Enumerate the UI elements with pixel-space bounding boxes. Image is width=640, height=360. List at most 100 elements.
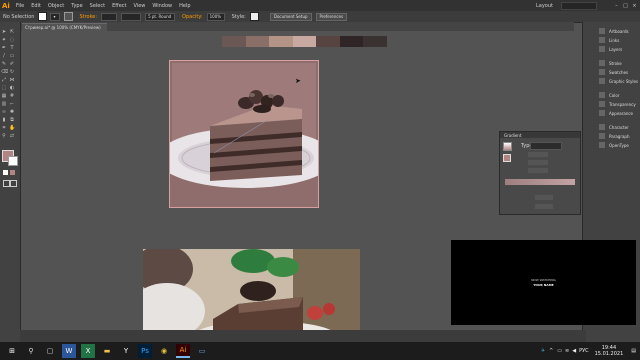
gradient-opacity-field[interactable] bbox=[535, 195, 553, 200]
eyedropper-tool-icon[interactable]: ⌐ bbox=[9, 101, 15, 107]
panel-opentype[interactable]: OpenType bbox=[583, 141, 640, 149]
shape-builder-tool-icon[interactable]: ◐ bbox=[9, 85, 15, 91]
variable-width-dropdown[interactable] bbox=[121, 12, 142, 21]
pencil-tool-icon[interactable]: ✐ bbox=[9, 61, 15, 67]
zoom-tool-icon[interactable]: ⚲ bbox=[1, 133, 7, 139]
rectangle-tool-icon[interactable]: ▭ bbox=[9, 53, 15, 59]
gradient-panel[interactable]: Gradient Type: bbox=[499, 131, 581, 215]
lasso-tool-icon[interactable]: ◌ bbox=[9, 37, 15, 43]
photoshop-icon[interactable]: Ps bbox=[138, 344, 152, 358]
chevron-up-icon[interactable]: ^ bbox=[549, 348, 553, 354]
panel-graphic-styles[interactable]: Graphic Styles bbox=[583, 77, 640, 85]
panel-appearance[interactable]: Appearance bbox=[583, 109, 640, 117]
color-mode-icon[interactable] bbox=[3, 170, 8, 175]
chrome-icon[interactable]: ◉ bbox=[157, 344, 171, 358]
clock[interactable]: 19:44 15.01.2021 bbox=[595, 345, 624, 357]
telegram-icon[interactable]: ✈ bbox=[541, 348, 545, 354]
panel-links[interactable]: Links bbox=[583, 36, 640, 44]
start-icon[interactable]: ⊞ bbox=[5, 344, 19, 358]
menu-window[interactable]: Window bbox=[152, 3, 172, 9]
opacity-field[interactable]: 100% bbox=[206, 12, 225, 21]
gradient-mode-icon[interactable] bbox=[10, 170, 15, 175]
style-swatch[interactable] bbox=[249, 12, 259, 21]
magic-wand-tool-icon[interactable]: ✦ bbox=[1, 37, 7, 43]
gradient-location-field[interactable] bbox=[535, 204, 553, 209]
workspace-switcher[interactable]: Layout bbox=[536, 3, 553, 9]
column-graph-tool-icon[interactable]: ▮ bbox=[1, 117, 7, 123]
gradient-aspect-field[interactable] bbox=[528, 160, 548, 165]
pen-tool-icon[interactable]: ✒ bbox=[1, 45, 7, 51]
battery-icon[interactable]: ▭ bbox=[557, 348, 562, 354]
task-view-icon[interactable]: ▢ bbox=[43, 344, 57, 358]
fill-swatch[interactable] bbox=[38, 12, 48, 21]
blend-tool-icon[interactable]: ∞ bbox=[1, 109, 7, 115]
fill-stroke-indicator[interactable] bbox=[503, 154, 511, 162]
panel-character[interactable]: Character bbox=[583, 123, 640, 131]
type-tool-icon[interactable]: T bbox=[9, 45, 15, 51]
eraser-tool-icon[interactable]: ⌫ bbox=[1, 69, 8, 75]
direct-selection-tool-icon[interactable]: ⇱ bbox=[9, 29, 15, 35]
hand-tool-icon[interactable]: ✋ bbox=[9, 125, 15, 131]
panel-layers[interactable]: Layers bbox=[583, 45, 640, 53]
menu-view[interactable]: View bbox=[134, 3, 146, 9]
stroke-weight-field[interactable] bbox=[101, 12, 118, 21]
illustrator-icon[interactable]: Ai bbox=[176, 344, 190, 358]
perspective-grid-tool-icon[interactable]: ▦ bbox=[1, 93, 7, 99]
excel-icon[interactable]: X bbox=[81, 344, 95, 358]
gradient-ratio-field[interactable] bbox=[528, 168, 548, 173]
symbol-sprayer-tool-icon[interactable]: ✺ bbox=[9, 109, 15, 115]
word-icon[interactable]: W bbox=[62, 344, 76, 358]
menu-effect[interactable]: Effect bbox=[112, 3, 126, 9]
menu-edit[interactable]: Edit bbox=[31, 3, 41, 9]
menu-select[interactable]: Select bbox=[90, 3, 105, 9]
stroke-label[interactable]: Stroke: bbox=[79, 14, 97, 20]
gradient-slider[interactable] bbox=[505, 179, 575, 185]
free-transform-tool-icon[interactable]: ⬚ bbox=[1, 85, 7, 91]
fill-dropdown[interactable]: ▾ bbox=[50, 12, 61, 21]
wifi-icon[interactable]: ≋ bbox=[565, 348, 569, 354]
line-tool-icon[interactable]: / bbox=[1, 53, 7, 59]
minimize-icon[interactable]: – bbox=[613, 3, 620, 9]
panel-color[interactable]: Color bbox=[583, 91, 640, 99]
paintbrush-tool-icon[interactable]: ✎ bbox=[1, 61, 7, 67]
menu-object[interactable]: Object bbox=[48, 3, 64, 9]
language-indicator[interactable]: РУС bbox=[579, 348, 589, 354]
width-tool-icon[interactable]: ⋈ bbox=[9, 77, 15, 83]
gradient-tool-icon[interactable]: ▥ bbox=[1, 101, 7, 107]
close-icon[interactable]: × bbox=[631, 3, 638, 9]
media-player-icon[interactable]: ▭ bbox=[195, 344, 209, 358]
slice-tool-icon[interactable]: ⌗ bbox=[1, 125, 7, 131]
file-explorer-icon[interactable]: ▬ bbox=[100, 344, 114, 358]
menu-file[interactable]: File bbox=[16, 3, 24, 9]
gradient-type-dropdown[interactable] bbox=[530, 142, 562, 150]
document-tab[interactable]: Стример.ai* @ 100% (CMYK/Preview) bbox=[22, 23, 107, 32]
menu-help[interactable]: Help bbox=[179, 3, 190, 9]
gradient-angle-field[interactable] bbox=[528, 152, 548, 157]
artboard-tool-icon[interactable]: ⧉ bbox=[9, 117, 15, 123]
preferences-button[interactable]: Preferences bbox=[315, 12, 348, 21]
swap-colors-icon[interactable]: ⇄ bbox=[9, 133, 15, 139]
rotate-tool-icon[interactable]: ↻ bbox=[9, 69, 15, 75]
notifications-icon[interactable]: ▤ bbox=[631, 348, 636, 354]
menu-type[interactable]: Type bbox=[71, 3, 82, 9]
opacity-label[interactable]: Opacity: bbox=[182, 14, 203, 20]
maximize-icon[interactable]: □ bbox=[622, 3, 629, 9]
panel-paragraph[interactable]: Paragraph bbox=[583, 132, 640, 140]
panel-artboards[interactable]: Artboards bbox=[583, 27, 640, 35]
gradient-preview-swatch[interactable] bbox=[503, 142, 512, 151]
screen-mode-icon[interactable] bbox=[10, 180, 17, 187]
panel-swatches[interactable]: Swatches bbox=[583, 68, 640, 76]
panel-stroke[interactable]: Stroke bbox=[583, 59, 640, 67]
gradient-panel-header[interactable]: Gradient bbox=[500, 132, 580, 138]
draw-mode-icon[interactable] bbox=[3, 180, 10, 187]
brush-dropdown[interactable]: 5 pt. Round bbox=[145, 12, 176, 21]
selection-tool-icon[interactable]: ➤ bbox=[1, 29, 7, 35]
reference-photo[interactable] bbox=[143, 249, 360, 342]
panel-transparency[interactable]: Transparency bbox=[583, 100, 640, 108]
yandex-browser-icon[interactable]: Y bbox=[119, 344, 133, 358]
search-field[interactable] bbox=[561, 1, 597, 10]
volume-icon[interactable]: ◀ bbox=[572, 348, 576, 354]
mesh-tool-icon[interactable]: # bbox=[9, 93, 15, 99]
document-setup-button[interactable]: Document Setup bbox=[269, 12, 312, 21]
search-icon[interactable]: ⚲ bbox=[24, 344, 38, 358]
